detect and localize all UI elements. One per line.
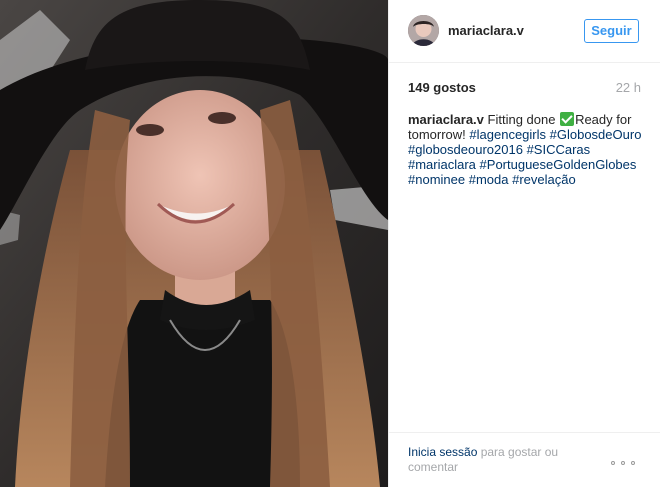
hashtag-link[interactable]: #revelação xyxy=(512,172,576,187)
likes-count[interactable]: 149 gostos xyxy=(408,80,476,95)
post-details-panel: mariaclara.v Seguir 149 gostos 22 h mari… xyxy=(388,0,660,487)
hashtag-link[interactable]: #globosdeouro2016 xyxy=(408,142,523,157)
login-prompt: Inicia sessão para gostar ou comentar xyxy=(408,445,608,475)
post-caption: mariaclara.v Fitting done Ready for tomo… xyxy=(408,112,646,187)
caption-username[interactable]: mariaclara.v xyxy=(408,112,484,127)
check-mark-emoji-icon xyxy=(560,112,575,126)
instagram-post: mariaclara.v Seguir 149 gostos 22 h mari… xyxy=(0,0,660,487)
post-photo[interactable] xyxy=(0,0,388,487)
hashtag-link[interactable]: #nominee xyxy=(408,172,465,187)
hashtag-link[interactable]: #mariaclara xyxy=(408,157,476,172)
caption-text-1: Fitting done xyxy=(483,112,560,127)
header-username[interactable]: mariaclara.v xyxy=(448,23,524,38)
hashtag-link[interactable]: #PortugueseGoldenGlobes xyxy=(480,157,637,172)
hashtag-link[interactable]: #GlobosdeOuro xyxy=(550,127,642,142)
post-header: mariaclara.v Seguir xyxy=(389,0,660,63)
more-options-icon[interactable] xyxy=(611,458,635,468)
avatar-image xyxy=(408,15,439,46)
user-avatar[interactable] xyxy=(408,15,439,46)
hashtag-link[interactable]: #moda xyxy=(469,172,509,187)
hashtag-link[interactable]: #lagencegirls xyxy=(469,127,546,142)
login-link[interactable]: Inicia sessão xyxy=(408,445,477,459)
follow-button[interactable]: Seguir xyxy=(584,19,639,43)
selfie-image xyxy=(0,0,388,487)
post-footer: Inicia sessão para gostar ou comentar xyxy=(389,432,660,487)
hashtag-link[interactable]: #SICCaras xyxy=(527,142,591,157)
post-timestamp[interactable]: 22 h xyxy=(616,80,641,95)
more-dot xyxy=(611,461,615,465)
more-dot xyxy=(631,461,635,465)
more-dot xyxy=(621,461,625,465)
